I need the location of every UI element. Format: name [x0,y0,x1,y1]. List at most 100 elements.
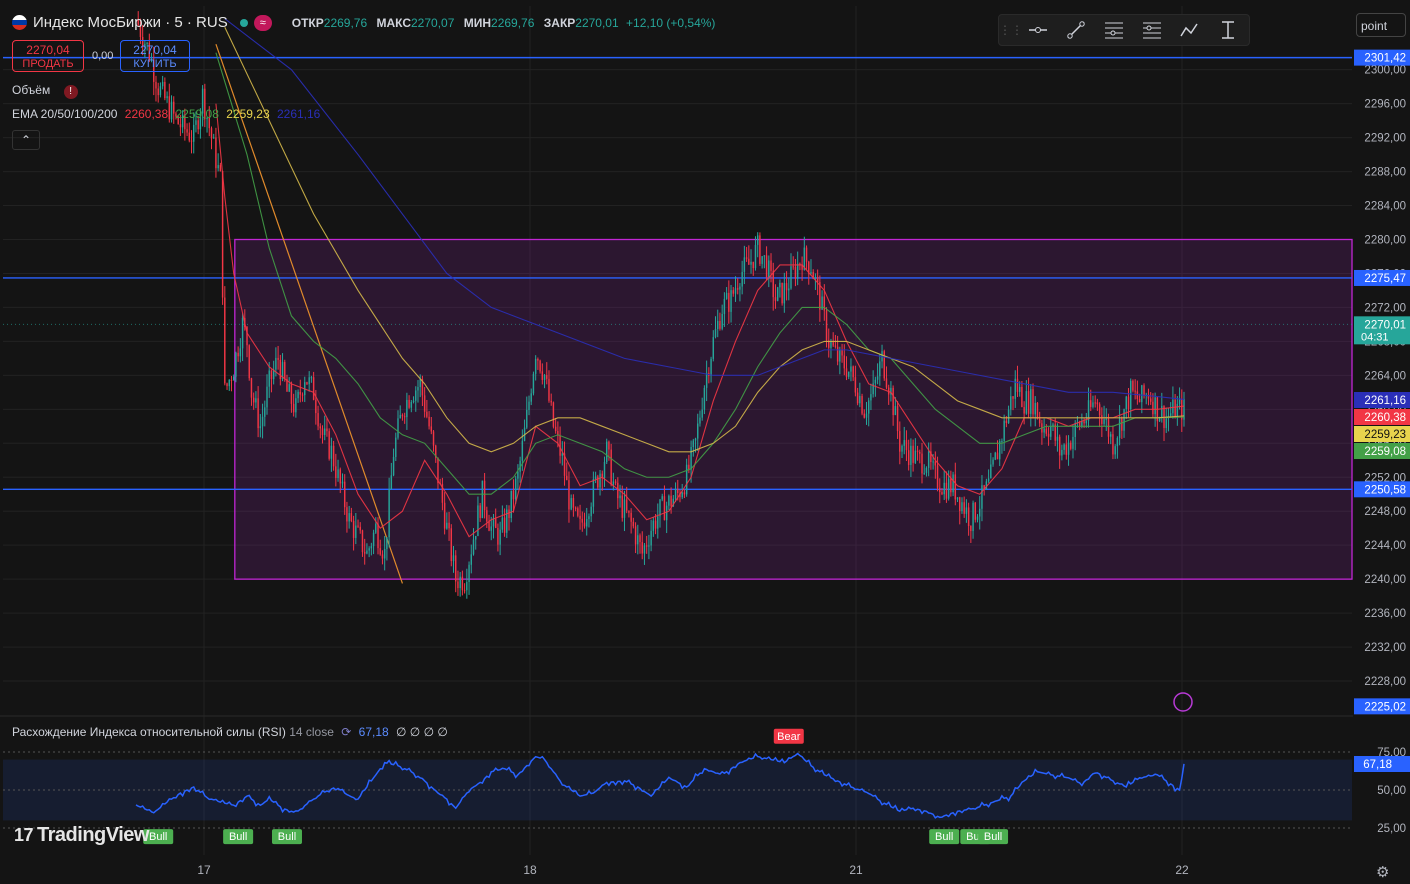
candle-body [406,399,408,418]
candle-body [732,290,734,294]
candle-body [157,88,159,96]
gear-icon[interactable]: ⚙ [1376,863,1389,881]
candle-body [963,502,965,514]
candle-body [343,481,346,508]
candle-body [867,400,870,414]
chevron-up-icon[interactable]: ⌃ [12,130,40,150]
candle-body [248,345,250,379]
candle-body [1178,399,1181,404]
candle-body [290,384,293,404]
candle-body [235,352,237,377]
candle-body [852,366,854,378]
candle-body [539,360,541,372]
logo-text: TradingView [37,824,149,846]
candle-body [761,256,763,264]
rsi-legend[interactable]: Расхождение Индекса относительной силы (… [12,725,448,739]
price-chart[interactable]: 2300,00 2296,00 2292,00 2288,00 2284,00 2280,… [0,0,1410,884]
candle-body [237,352,239,357]
candle-body [945,482,948,499]
candle-body [1134,390,1136,392]
y-tick-label: 2300,00 [1364,65,1406,77]
candle-body [632,521,635,527]
candle-body [337,469,339,479]
ema20-value: 2260,38 [124,107,169,121]
candle-body [721,313,723,329]
candle-body [574,507,577,509]
sell-label: ПРОДАТЬ [22,58,74,70]
candle-body [876,376,879,380]
candle-body [315,399,317,414]
candle-body [497,527,499,545]
price-label: 2260,38 [1364,412,1406,424]
y-tick-label: 2280,00 [1364,235,1406,247]
candle-body [603,462,606,479]
candle-body [501,517,504,530]
price-label: 2259,23 [1364,429,1406,441]
candle-body [295,398,297,413]
candle-body [825,310,828,341]
y-tick-label: 2240,00 [1364,574,1406,586]
candle-body [372,532,375,547]
candle-body [472,539,475,555]
point-input[interactable]: point [1356,13,1406,37]
candle-body [1067,442,1070,455]
drag-handle-icon[interactable]: ⋮⋮ [999,16,1023,44]
y-tick-label: 2236,00 [1364,608,1406,620]
date-range-icon[interactable] [1211,16,1245,44]
candle-body [1176,403,1179,418]
symbol-title[interactable]: Индекс МосБиржи · 5 · RUS [33,14,228,31]
candle-body [788,288,790,291]
candle-body [901,445,903,452]
candle-body [588,516,590,520]
ema-legend[interactable]: EMA 20/50/100/200 2260,38 2259,08 2259,2… [12,107,320,121]
buy-label: КУПИТЬ [133,58,177,70]
candle-body [834,345,837,347]
buy-button[interactable]: 2270,04 КУПИТЬ [120,40,190,72]
candle-body [654,520,657,529]
candle-body [583,522,586,527]
candle-body [894,406,897,416]
candle-body [1110,434,1112,437]
candle-body [830,342,832,348]
pattern-badge[interactable]: ≈ [253,14,272,31]
candle-body [950,478,952,493]
candle-body [854,377,857,393]
candle-body [526,410,528,428]
sell-button[interactable]: 2270,04 ПРОДАТЬ [12,40,84,72]
candle-body [750,261,752,265]
spread-value: 0,00 [92,50,114,62]
candle-body [832,342,834,346]
candle-body [219,165,222,172]
candle-body [794,266,797,279]
candle-body [990,464,992,479]
candle-body [865,413,868,418]
candle-body [579,515,581,519]
candle-body [419,379,421,388]
polyline-icon[interactable] [1173,16,1207,44]
warning-icon[interactable]: ! [63,85,78,99]
candle-body [783,283,786,304]
candle-body [481,480,484,518]
refresh-icon[interactable]: ⟳ [341,725,351,739]
candle-body [388,489,390,538]
candle-body [677,489,679,494]
candle-body [386,537,388,550]
volume-legend[interactable]: Объём ! [12,83,78,99]
horizontal-line-icon[interactable] [1021,16,1055,44]
candle-body [479,505,481,518]
candle-body [250,378,253,398]
candle-body [628,510,630,513]
fib-retracement-icon[interactable] [1097,16,1131,44]
candle-body [685,464,688,495]
candle-body [166,96,168,99]
y-tick-label: 2244,00 [1364,540,1406,552]
candle-body [275,357,277,370]
candle-body [927,451,930,468]
candle-body [403,416,406,418]
candle-body [443,502,446,529]
trend-line-icon[interactable] [1059,16,1093,44]
candle-body [674,489,677,499]
fib-extension-icon[interactable] [1135,16,1169,44]
candle-body [461,576,464,591]
candle-body [350,513,353,521]
